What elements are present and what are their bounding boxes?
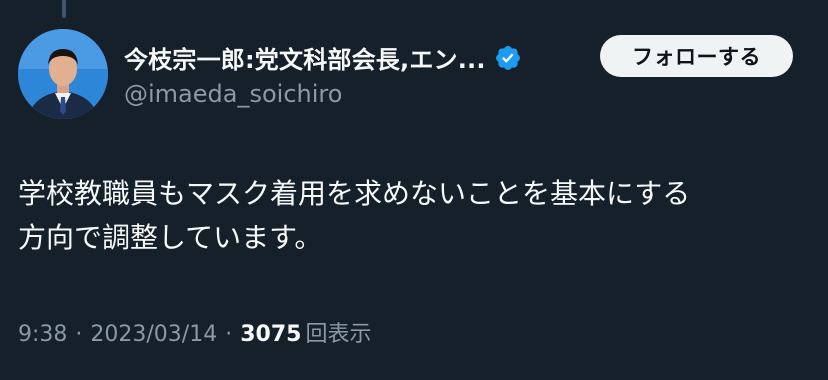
tweet-time[interactable]: 9:38 xyxy=(18,322,67,347)
avatar[interactable] xyxy=(18,29,108,119)
meta-separator: · xyxy=(225,322,233,347)
views-label: 回表示 xyxy=(305,322,372,347)
author-display-name[interactable]: 今枝宗一郎:党文科部会長,エン... xyxy=(124,40,486,75)
follow-button[interactable]: フォローする xyxy=(600,35,793,77)
meta-separator: · xyxy=(75,322,83,347)
tweet-date[interactable]: 2023/03/14 xyxy=(90,322,217,347)
tweet-meta: 9:38 · 2023/03/14 · 3075 回表示 xyxy=(18,316,371,348)
thread-connector-line xyxy=(62,0,66,18)
author-handle[interactable]: @imaeda_soichiro xyxy=(124,80,342,108)
verified-badge-icon xyxy=(494,44,522,72)
tweet-text-line: 方向で調整しています。 xyxy=(18,221,323,254)
tweet-text: 学校教職員もマスク着用を求めないことを基本にする 方向で調整しています。 xyxy=(18,172,808,260)
tweet-text-line: 学校教職員もマスク着用を求めないことを基本にする xyxy=(18,177,691,210)
author-name-row[interactable]: 今枝宗一郎:党文科部会長,エン... xyxy=(124,40,522,75)
profile-avatar-icon xyxy=(18,29,108,119)
views-count: 3075 xyxy=(240,322,302,347)
